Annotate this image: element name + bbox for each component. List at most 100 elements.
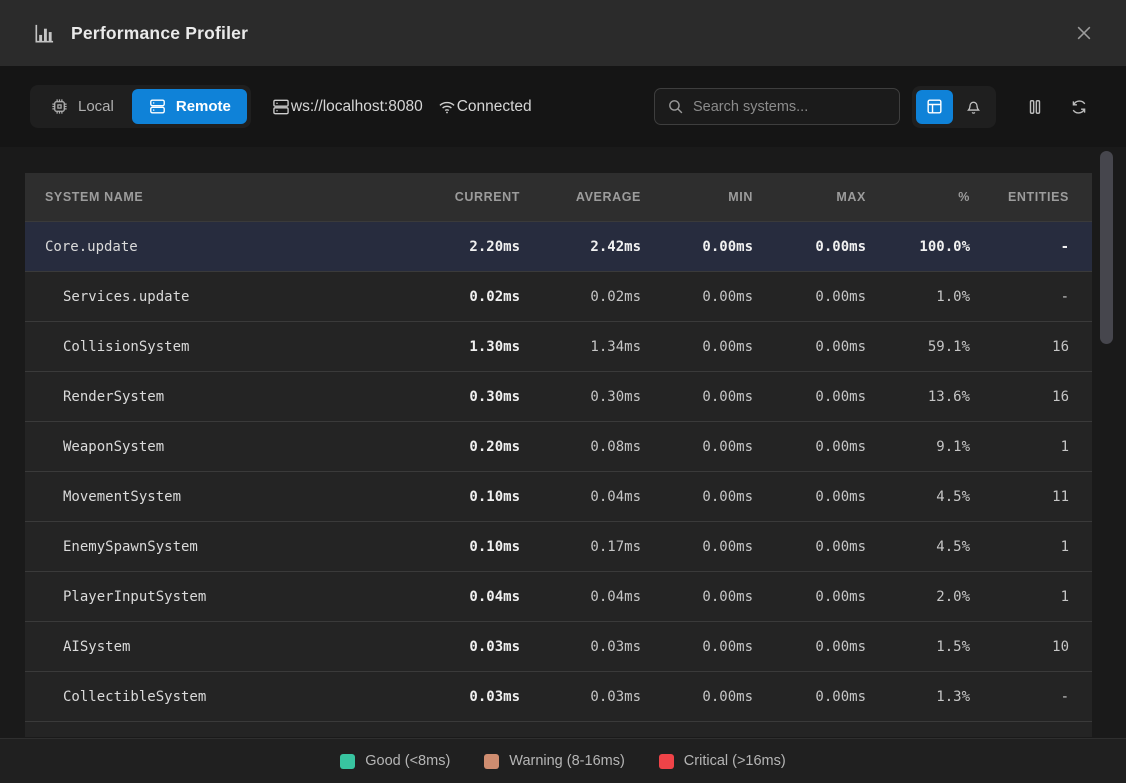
server-icon <box>271 97 291 117</box>
close-icon <box>1074 23 1094 43</box>
cell-average: 0.02ms <box>543 289 664 305</box>
table-row[interactable]: CollisionSystem 1.30ms 1.34ms 0.00ms 0.0… <box>25 321 1092 371</box>
cell-percent: 4.5% <box>889 489 993 505</box>
legend-label: Critical (>16ms) <box>684 753 786 769</box>
cell-system-name: CollectibleSystem <box>25 689 423 705</box>
legend-swatch <box>659 754 674 769</box>
cell-average: 0.04ms <box>543 589 664 605</box>
cell-average: 0.17ms <box>543 539 664 555</box>
legend-label: Warning (8-16ms) <box>509 753 625 769</box>
column-header: MIN <box>664 190 776 204</box>
table-layout-icon <box>925 97 944 116</box>
search-icon <box>667 98 684 115</box>
table-row[interactable]: RenderSystem 0.30ms 0.30ms 0.00ms 0.00ms… <box>25 371 1092 421</box>
cell-current: 0.10ms <box>423 539 543 555</box>
cell-min: 0.00ms <box>664 539 776 555</box>
legend-swatch <box>340 754 355 769</box>
cell-current: 2.20ms <box>423 239 543 255</box>
connection-status-text: Connected <box>457 98 532 116</box>
cell-percent: 100.0% <box>889 239 993 255</box>
local-tab-button[interactable]: Local <box>34 89 130 124</box>
cell-max: 0.00ms <box>776 689 889 705</box>
column-header: SYSTEM NAME <box>25 190 423 204</box>
cell-current: 1.30ms <box>423 339 543 355</box>
cell-percent: 59.1% <box>889 339 993 355</box>
cell-current: 0.03ms <box>423 639 543 655</box>
legend-item: Good (<8ms) <box>340 753 450 769</box>
cell-entities: 11 <box>993 489 1092 505</box>
view-toggle-group <box>912 86 996 128</box>
connection-url: ws://localhost:8080 <box>271 97 423 117</box>
table-row[interactable]: WeaponSystem 0.20ms 0.08ms 0.00ms 0.00ms… <box>25 421 1092 471</box>
refresh-button[interactable] <box>1062 90 1096 124</box>
legend-footer: Good (<8ms) Warning (8-16ms) Critical (>16… <box>0 738 1126 783</box>
cell-max: 0.00ms <box>776 389 889 405</box>
cell-percent: 4.5% <box>889 539 993 555</box>
cell-min: 0.00ms <box>664 689 776 705</box>
toolbar: Local Remote <box>0 66 1126 147</box>
cell-max: 0.00ms <box>776 489 889 505</box>
main-content: SYSTEM NAMECURRENTAVERAGEMINMAX%ENTITIES… <box>0 147 1126 738</box>
bell-icon <box>964 97 983 116</box>
search-box <box>654 88 900 125</box>
systems-table: SYSTEM NAMECURRENTAVERAGEMINMAX%ENTITIES… <box>25 173 1092 737</box>
cell-system-name: Core.update <box>25 239 423 255</box>
cell-percent: 1.0% <box>889 289 993 305</box>
table-row[interactable]: Services.update 0.02ms 0.02ms 0.00ms 0.0… <box>25 271 1092 321</box>
table-body: Core.update 2.20ms 2.42ms 0.00ms 0.00ms … <box>25 221 1092 721</box>
cell-percent: 1.5% <box>889 639 993 655</box>
cpu-icon <box>50 97 69 116</box>
cell-current: 0.04ms <box>423 589 543 605</box>
column-header: ENTITIES <box>993 190 1092 204</box>
cell-current: 0.10ms <box>423 489 543 505</box>
cell-average: 0.30ms <box>543 389 664 405</box>
cell-min: 0.00ms <box>664 489 776 505</box>
local-tab-label: Local <box>78 98 114 115</box>
cell-max: 0.00ms <box>776 639 889 655</box>
table-row[interactable]: EnemySpawnSystem 0.10ms 0.17ms 0.00ms 0.… <box>25 521 1092 571</box>
remote-tab-button[interactable]: Remote <box>132 89 247 124</box>
cell-system-name: RenderSystem <box>25 389 423 405</box>
page-title: Performance Profiler <box>71 23 248 44</box>
cell-min: 0.00ms <box>664 639 776 655</box>
cell-percent: 13.6% <box>889 389 993 405</box>
table-row[interactable]: PlayerInputSystem 0.04ms 0.04ms 0.00ms 0… <box>25 571 1092 621</box>
wifi-icon <box>437 97 457 117</box>
titlebar: Performance Profiler <box>0 0 1126 66</box>
table-row[interactable]: MovementSystem 0.10ms 0.04ms 0.00ms 0.00… <box>25 471 1092 521</box>
table-view-button[interactable] <box>916 90 953 124</box>
refresh-icon <box>1069 97 1089 117</box>
close-button[interactable] <box>1074 23 1094 43</box>
alerts-button[interactable] <box>955 90 992 124</box>
cell-max: 0.00ms <box>776 589 889 605</box>
bar-chart-icon <box>32 22 55 45</box>
cell-min: 0.00ms <box>664 239 776 255</box>
cell-average: 0.04ms <box>543 489 664 505</box>
cell-current: 0.30ms <box>423 389 543 405</box>
server-icon <box>148 97 167 116</box>
table-row[interactable]: CollectibleSystem 0.03ms 0.03ms 0.00ms 0… <box>25 671 1092 721</box>
cell-current: 0.02ms <box>423 289 543 305</box>
cell-system-name: MovementSystem <box>25 489 423 505</box>
search-input[interactable] <box>693 99 887 115</box>
cell-current: 0.03ms <box>423 689 543 705</box>
remote-tab-label: Remote <box>176 98 231 115</box>
cell-percent: 9.1% <box>889 439 993 455</box>
cell-system-name: AISystem <box>25 639 423 655</box>
column-header: % <box>889 190 993 204</box>
vertical-scrollbar-thumb[interactable] <box>1100 151 1113 344</box>
cell-entities: 1 <box>993 439 1092 455</box>
performance-profiler-window: Performance Profiler Local <box>0 0 1126 783</box>
cell-entities: 16 <box>993 389 1092 405</box>
cell-max: 0.00ms <box>776 289 889 305</box>
legend-swatch <box>484 754 499 769</box>
cell-system-name: EnemySpawnSystem <box>25 539 423 555</box>
cell-system-name: CollisionSystem <box>25 339 423 355</box>
table-row[interactable]: AISystem 0.03ms 0.03ms 0.00ms 0.00ms 1.5… <box>25 621 1092 671</box>
table-row[interactable]: Core.update 2.20ms 2.42ms 0.00ms 0.00ms … <box>25 221 1092 271</box>
pause-button[interactable] <box>1018 90 1052 124</box>
legend-item: Warning (8-16ms) <box>484 753 625 769</box>
cell-average: 0.08ms <box>543 439 664 455</box>
legend-item: Critical (>16ms) <box>659 753 786 769</box>
cell-max: 0.00ms <box>776 539 889 555</box>
